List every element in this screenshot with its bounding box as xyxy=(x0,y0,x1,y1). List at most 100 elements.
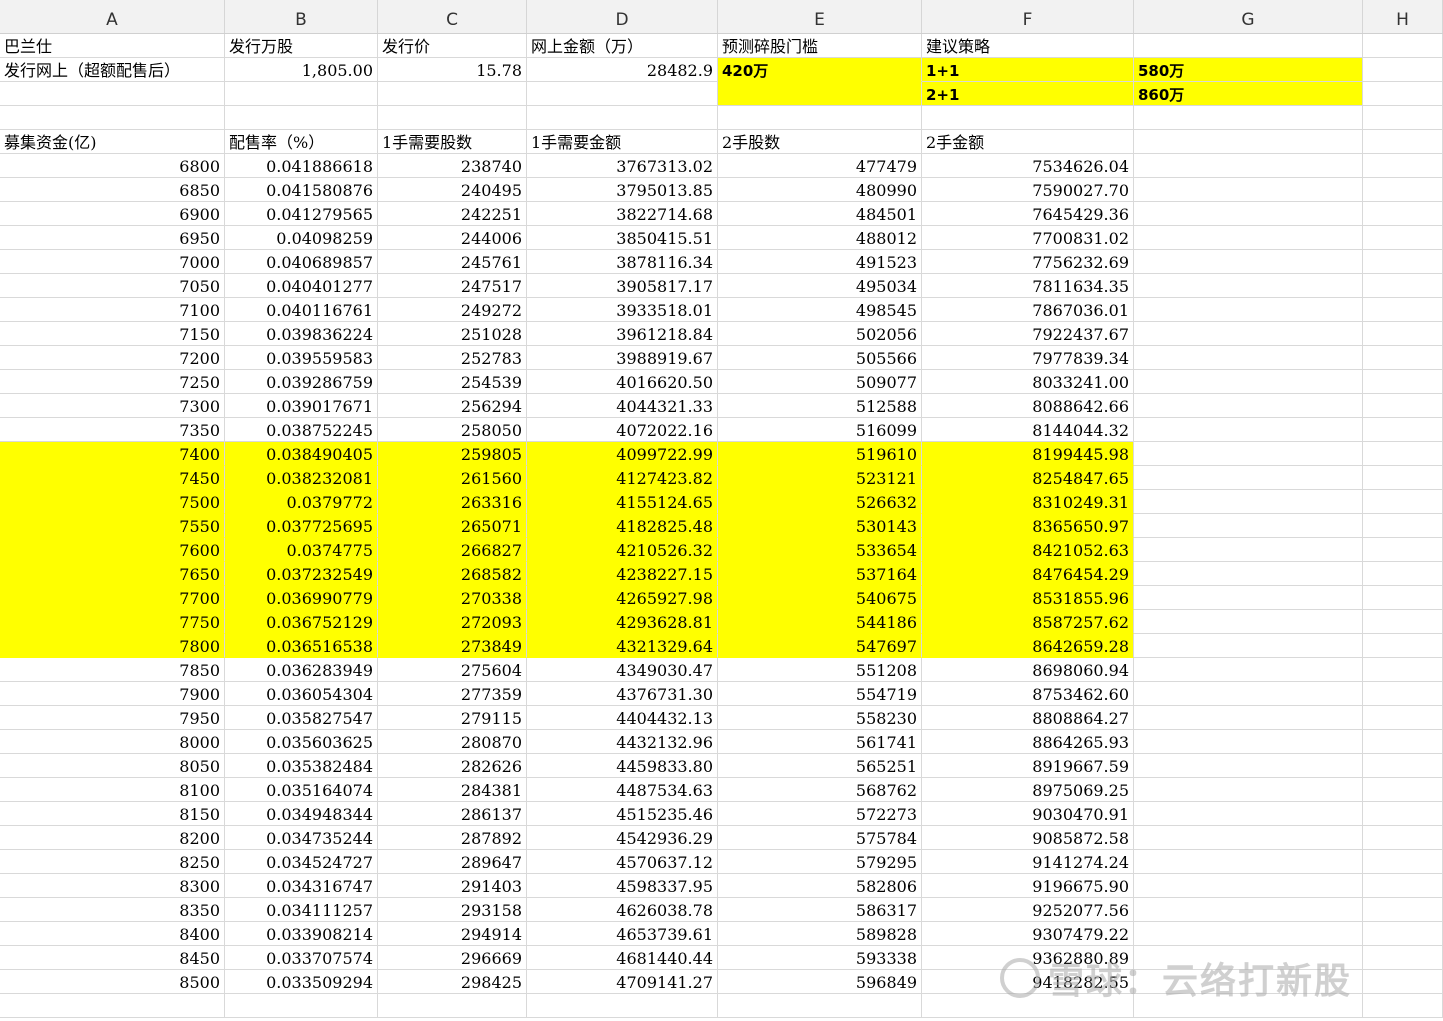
table-cell[interactable]: 561741 xyxy=(718,730,922,754)
table-cell[interactable]: 261560 xyxy=(378,466,527,490)
table-cell[interactable]: 8975069.25 xyxy=(922,778,1134,802)
table-cell[interactable]: 4099722.99 xyxy=(527,442,718,466)
table-cell[interactable]: 0.041580876 xyxy=(225,178,378,202)
table-cell[interactable] xyxy=(1134,898,1363,922)
table-cell[interactable]: 7811634.35 xyxy=(922,274,1134,298)
table-cell[interactable] xyxy=(1363,154,1443,178)
table-cell[interactable]: 7900 xyxy=(0,682,225,706)
table-cell[interactable]: 7645429.36 xyxy=(922,202,1134,226)
table-cell[interactable]: 568762 xyxy=(718,778,922,802)
cell-c-last[interactable] xyxy=(378,994,527,1018)
table-cell[interactable]: 6850 xyxy=(0,178,225,202)
table-cell[interactable] xyxy=(1363,562,1443,586)
table-cell[interactable] xyxy=(1134,202,1363,226)
table-cell[interactable]: 0.034948344 xyxy=(225,802,378,826)
cell-d-last[interactable] xyxy=(527,994,718,1018)
table-cell[interactable]: 0.034111257 xyxy=(225,898,378,922)
cell-b2[interactable]: 1,805.00 xyxy=(225,58,378,82)
cell-d3[interactable] xyxy=(527,82,718,106)
cell-c1[interactable]: 发行价 xyxy=(378,34,527,58)
table-cell[interactable] xyxy=(1363,922,1443,946)
table-cell[interactable]: 3795013.85 xyxy=(527,178,718,202)
table-cell[interactable]: 8500 xyxy=(0,970,225,994)
cell-f-last[interactable] xyxy=(922,994,1134,1018)
table-cell[interactable]: 0.038752245 xyxy=(225,418,378,442)
table-cell[interactable]: 291403 xyxy=(378,874,527,898)
table-cell[interactable] xyxy=(1134,178,1363,202)
cell-d1[interactable]: 网上金额（万） xyxy=(527,34,718,58)
table-cell[interactable]: 3988919.67 xyxy=(527,346,718,370)
table-cell[interactable]: 7450 xyxy=(0,466,225,490)
table-cell[interactable]: 0.035603625 xyxy=(225,730,378,754)
table-cell[interactable]: 0.034735244 xyxy=(225,826,378,850)
table-cell[interactable]: 8753462.60 xyxy=(922,682,1134,706)
table-cell[interactable]: 0.039836224 xyxy=(225,322,378,346)
table-cell[interactable]: 4570637.12 xyxy=(527,850,718,874)
table-cell[interactable]: 0.0374775 xyxy=(225,538,378,562)
table-cell[interactable]: 526632 xyxy=(718,490,922,514)
table-cell[interactable]: 575784 xyxy=(718,826,922,850)
table-cell[interactable]: 282626 xyxy=(378,754,527,778)
cell-f1[interactable]: 建议策略 xyxy=(922,34,1134,58)
table-cell[interactable]: 245761 xyxy=(378,250,527,274)
table-cell[interactable]: 509077 xyxy=(718,370,922,394)
table-cell[interactable] xyxy=(1134,298,1363,322)
table-cell[interactable]: 3933518.01 xyxy=(527,298,718,322)
table-cell[interactable]: 0.040116761 xyxy=(225,298,378,322)
table-cell[interactable] xyxy=(1134,874,1363,898)
table-cell[interactable]: 254539 xyxy=(378,370,527,394)
table-cell[interactable]: 0.0379772 xyxy=(225,490,378,514)
cell-f3[interactable]: 2+1 xyxy=(922,82,1134,106)
table-cell[interactable]: 530143 xyxy=(718,514,922,538)
cell-h1[interactable] xyxy=(1363,34,1443,58)
table-cell[interactable]: 7200 xyxy=(0,346,225,370)
table-cell[interactable]: 0.035164074 xyxy=(225,778,378,802)
table-cell[interactable]: 8250 xyxy=(0,850,225,874)
table-cell[interactable]: 3878116.34 xyxy=(527,250,718,274)
table-cell[interactable]: 4432132.96 xyxy=(527,730,718,754)
column-header-c[interactable]: C xyxy=(378,0,527,33)
table-cell[interactable]: 266827 xyxy=(378,538,527,562)
table-cell[interactable] xyxy=(1134,442,1363,466)
table-cell[interactable]: 8033241.00 xyxy=(922,370,1134,394)
table-cell[interactable]: 8000 xyxy=(0,730,225,754)
table-cell[interactable]: 9307479.22 xyxy=(922,922,1134,946)
cell-h2[interactable] xyxy=(1363,58,1443,82)
table-cell[interactable] xyxy=(1134,394,1363,418)
table-cell[interactable]: 8450 xyxy=(0,946,225,970)
cell-h3[interactable] xyxy=(1363,82,1443,106)
table-cell[interactable] xyxy=(1134,466,1363,490)
table-cell[interactable] xyxy=(1363,754,1443,778)
table-cell[interactable]: 8400 xyxy=(0,922,225,946)
table-cell[interactable]: 491523 xyxy=(718,250,922,274)
table-cell[interactable] xyxy=(1363,634,1443,658)
table-cell[interactable]: 294914 xyxy=(378,922,527,946)
table-cell[interactable]: 4709141.27 xyxy=(527,970,718,994)
cell-a-last[interactable] xyxy=(0,994,225,1018)
table-cell[interactable]: 4515235.46 xyxy=(527,802,718,826)
table-cell[interactable]: 7650 xyxy=(0,562,225,586)
cell-f4[interactable] xyxy=(922,106,1134,130)
table-cell[interactable] xyxy=(1363,322,1443,346)
table-cell[interactable]: 512588 xyxy=(718,394,922,418)
table-cell[interactable]: 0.039559583 xyxy=(225,346,378,370)
table-cell[interactable]: 289647 xyxy=(378,850,527,874)
table-cell[interactable] xyxy=(1134,274,1363,298)
table-cell[interactable]: 298425 xyxy=(378,970,527,994)
table-cell[interactable] xyxy=(1134,850,1363,874)
table-cell[interactable]: 558230 xyxy=(718,706,922,730)
cell-h4[interactable] xyxy=(1363,106,1443,130)
table-cell[interactable]: 488012 xyxy=(718,226,922,250)
cell-b5[interactable]: 配售率（%） xyxy=(225,130,378,154)
table-cell[interactable]: 495034 xyxy=(718,274,922,298)
column-header-e[interactable]: E xyxy=(718,0,922,33)
table-cell[interactable]: 0.041886618 xyxy=(225,154,378,178)
cell-a4[interactable] xyxy=(0,106,225,130)
table-cell[interactable] xyxy=(1363,370,1443,394)
cell-h5[interactable] xyxy=(1363,130,1443,154)
table-cell[interactable] xyxy=(1363,394,1443,418)
table-cell[interactable]: 8919667.59 xyxy=(922,754,1134,778)
table-cell[interactable] xyxy=(1134,922,1363,946)
table-cell[interactable]: 258050 xyxy=(378,418,527,442)
table-cell[interactable]: 6900 xyxy=(0,202,225,226)
